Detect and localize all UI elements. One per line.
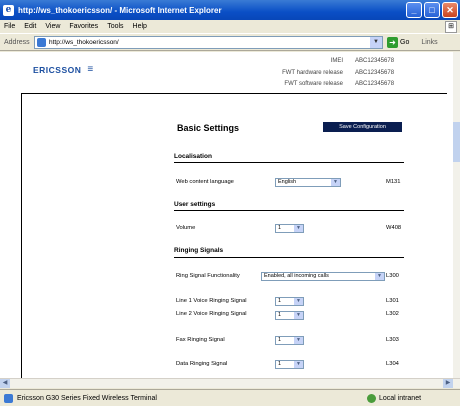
volume-select[interactable]: 1 ▼ — [275, 224, 304, 233]
zone-label: Local intranet — [379, 394, 422, 402]
select-value: 1 — [278, 225, 282, 231]
menu-view[interactable]: View — [45, 23, 60, 30]
select-value: 1 — [278, 337, 282, 343]
section-divider — [174, 210, 404, 211]
address-bar: Address http://ws_thokoericsson/ ▼ ➜ Go … — [0, 34, 460, 51]
vertical-scrollbar[interactable] — [453, 52, 460, 378]
save-configuration-button[interactable]: Save Configuration — [323, 122, 402, 132]
go-button[interactable]: ➜ Go — [387, 36, 410, 48]
line1-voice-ringing-select[interactable]: 1 ▼ — [275, 297, 304, 306]
info-value-imei: ABC12345678 — [355, 58, 395, 64]
chevron-down-icon: ▼ — [294, 312, 303, 319]
chevron-down-icon: ▼ — [294, 361, 303, 368]
page-done-icon — [4, 393, 13, 403]
windows-logo-icon: ⊞ — [445, 21, 457, 33]
close-button[interactable]: ✕ — [442, 2, 458, 18]
device-info-labels: IMEI FWT hardware release FWT software r… — [220, 56, 343, 91]
code-l301: L301 — [386, 298, 399, 304]
logo-text: ERICSSON — [33, 65, 82, 75]
menu-bar: File Edit View Favorites Tools Help ⊞ — [0, 20, 460, 34]
section-user-settings-title: User settings — [174, 201, 216, 208]
left-divider — [21, 94, 22, 378]
data-ringing-select[interactable]: 1 ▼ — [275, 360, 304, 369]
info-label-imei: IMEI — [330, 58, 343, 64]
chevron-down-icon: ▼ — [294, 298, 303, 305]
go-arrow-icon: ➜ — [387, 36, 398, 48]
ring-signal-functionality-label: Ring Signal Functionality — [176, 273, 240, 279]
security-zone: Local intranet — [367, 393, 422, 403]
menu-tools[interactable]: Tools — [107, 23, 123, 30]
select-value: 1 — [278, 361, 282, 367]
address-dropdown-icon[interactable]: ▼ — [370, 36, 382, 48]
menu-edit[interactable]: Edit — [24, 23, 36, 30]
chevron-down-icon: ▼ — [294, 225, 303, 232]
select-value: 1 — [278, 298, 282, 304]
scroll-thumb[interactable] — [453, 122, 460, 162]
web-content-language-select[interactable]: English ▼ — [275, 178, 341, 187]
ericsson-logo: ERICSSON ≡ — [33, 64, 94, 76]
section-ringing-title: Ringing Signals — [174, 247, 224, 254]
section-divider — [174, 257, 404, 258]
code-l300: L300 — [386, 273, 399, 279]
menu-help[interactable]: Help — [133, 23, 147, 30]
web-content-language-label: Web content language — [176, 179, 234, 185]
status-text: Ericsson G30 Series Fixed Wireless Termi… — [17, 394, 157, 402]
select-value: English — [278, 179, 297, 185]
address-label: Address — [4, 38, 30, 46]
maximize-button[interactable]: □ — [424, 2, 440, 18]
ie-icon: e — [3, 4, 14, 16]
menu-favorites[interactable]: Favorites — [69, 23, 98, 30]
ericsson-mark-icon: ≡ — [87, 64, 94, 75]
fax-ringing-label: Fax Ringing Signal — [176, 337, 225, 343]
fax-ringing-select[interactable]: 1 ▼ — [275, 336, 304, 345]
code-l304: L304 — [386, 361, 399, 367]
address-input[interactable]: http://ws_thokoericsson/ ▼ — [34, 35, 383, 49]
info-label-hw: FWT hardware release — [282, 69, 343, 76]
address-url: http://ws_thokoericsson/ — [49, 38, 119, 46]
code-l302: L302 — [386, 311, 399, 317]
data-ringing-label: Data Ringing Signal — [176, 361, 228, 367]
section-localisation-title: Localisation — [174, 153, 212, 160]
code-m131: M131 — [386, 179, 401, 185]
status-bar: Ericsson G30 Series Fixed Wireless Termi… — [0, 389, 460, 406]
select-value: 1 — [278, 312, 282, 318]
info-value-sw: ABC12345678 — [355, 81, 395, 87]
volume-label: Volume — [176, 225, 196, 231]
scroll-right-icon[interactable]: ▶ — [443, 379, 453, 388]
select-value: Enabled, all incoming calls — [264, 273, 329, 279]
intranet-globe-icon — [367, 393, 376, 403]
info-value-hw: ABC12345678 — [355, 69, 395, 76]
page-icon — [37, 37, 46, 47]
header-divider — [21, 93, 447, 94]
page-title: Basic Settings — [177, 123, 240, 133]
window-title: http://ws_thokoericsson/ - Microsoft Int… — [18, 5, 222, 15]
scroll-left-icon[interactable]: ◀ — [0, 379, 10, 388]
chevron-down-icon: ▼ — [294, 337, 303, 344]
section-divider — [174, 162, 404, 163]
links-button[interactable]: Links — [421, 39, 437, 46]
minimize-button[interactable]: _ — [406, 2, 422, 18]
line1-voice-ringing-label: Line 1 Voice Ringing Signal — [176, 298, 247, 304]
line2-voice-ringing-label: Line 2 Voice Ringing Signal — [176, 311, 247, 317]
info-label-sw: FWT software release — [284, 81, 343, 87]
menu-file[interactable]: File — [4, 23, 15, 30]
horizontal-scrollbar[interactable]: ◀ ▶ — [0, 378, 460, 388]
code-w408: W408 — [386, 225, 402, 231]
window-titlebar: e http://ws_thokoericsson/ - Microsoft I… — [0, 0, 460, 20]
ring-signal-functionality-select[interactable]: Enabled, all incoming calls ▼ — [261, 272, 385, 281]
chevron-down-icon: ▼ — [375, 273, 384, 280]
chevron-down-icon: ▼ — [331, 179, 340, 186]
go-label: Go — [400, 38, 410, 46]
page-viewport: ERICSSON ≡ IMEI FWT hardware release FWT… — [0, 52, 453, 378]
line2-voice-ringing-select[interactable]: 1 ▼ — [275, 311, 304, 320]
code-l303: L303 — [386, 337, 399, 343]
device-info-values: ABC12345678 ABC12345678 ABC12345678 — [355, 56, 445, 91]
